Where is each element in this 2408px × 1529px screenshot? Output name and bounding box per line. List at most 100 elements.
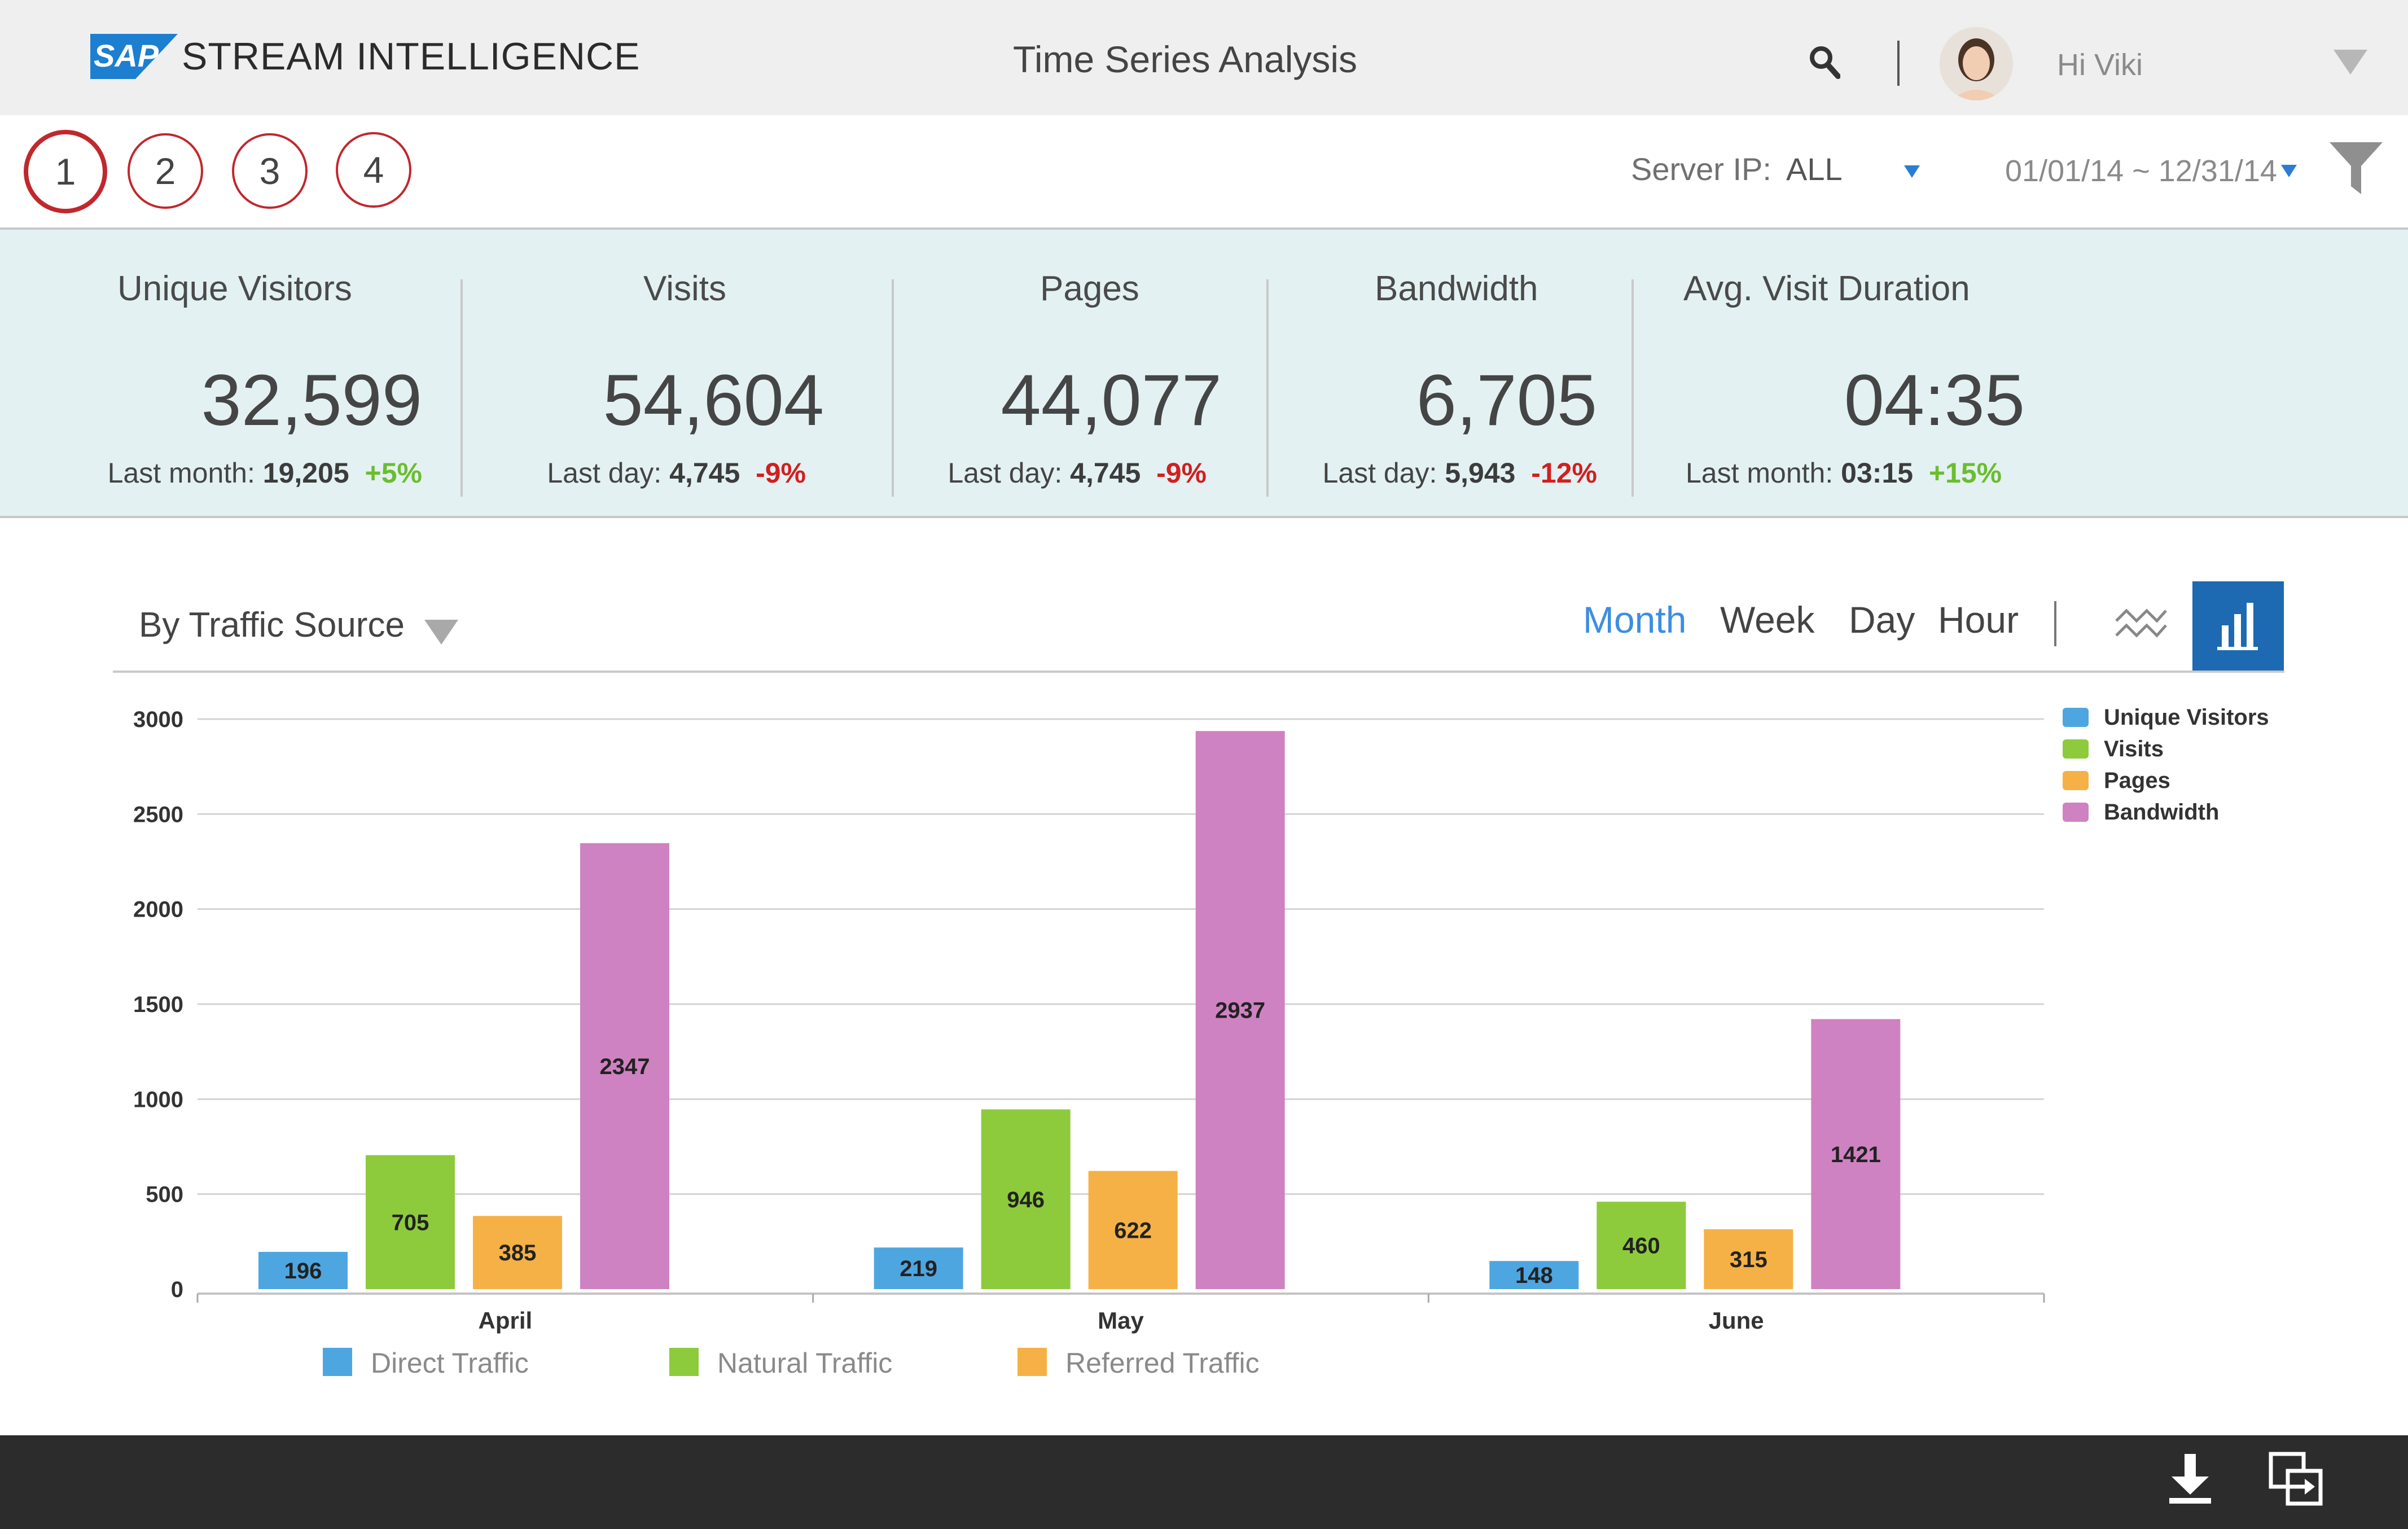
legend-swatch bbox=[2063, 739, 2089, 759]
kpi-delta: +5% bbox=[365, 457, 422, 489]
kpi-sub-value: 4,745 bbox=[1070, 457, 1141, 489]
download-icon[interactable] bbox=[2166, 1452, 2214, 1505]
legend-label: Visits bbox=[2104, 737, 2164, 761]
bar-value-label: 1421 bbox=[1831, 1142, 1881, 1167]
bar-value-label: 196 bbox=[284, 1259, 322, 1283]
server-ip-chevron-icon[interactable] bbox=[1904, 165, 1920, 178]
traffic-legend-label: Direct Traffic bbox=[371, 1347, 529, 1379]
bar-value-label: 219 bbox=[900, 1256, 937, 1281]
sap-logo: SAP bbox=[90, 34, 178, 79]
kpi-sub-label: Last day: bbox=[547, 457, 662, 489]
kpi-sub-value: 5,943 bbox=[1445, 457, 1516, 489]
search-icon[interactable] bbox=[1809, 45, 1840, 79]
kpi-comparison: Last day: 4,745 -9% bbox=[903, 456, 1207, 490]
traffic-source-chevron-icon[interactable] bbox=[424, 620, 458, 645]
kpi-title: Bandwidth bbox=[1375, 269, 1538, 308]
kpi-value: 6,705 bbox=[1416, 360, 1597, 441]
period-tab-day[interactable]: Day bbox=[1849, 595, 1915, 644]
kpi-comparison: Last day: 4,745 -9% bbox=[485, 456, 806, 490]
chart-legend: Unique Visitors Visits Pages Bandwidth bbox=[2063, 705, 2269, 825]
kpi-divider bbox=[1266, 279, 1269, 497]
kpi-sub-value: 4,745 bbox=[669, 457, 740, 489]
user-photo bbox=[1940, 27, 2013, 100]
bar-value-label: 460 bbox=[1622, 1234, 1660, 1259]
kpi-divider bbox=[460, 279, 463, 497]
kpi-title: Unique Visitors bbox=[117, 269, 352, 308]
kpi-sub-label: Last day: bbox=[948, 457, 1063, 489]
bar-value-label: 2937 bbox=[1215, 998, 1265, 1023]
kpi-divider bbox=[1631, 279, 1634, 497]
period-tab-month[interactable]: Month bbox=[1583, 595, 1686, 644]
bar-value-label: 148 bbox=[1515, 1263, 1553, 1288]
date-range-select[interactable]: 01/01/14 ~ 12/31/14 bbox=[2005, 151, 2277, 191]
y-tick-label: 500 bbox=[146, 1182, 183, 1207]
kpi-title: Avg. Visit Duration bbox=[1683, 269, 1970, 308]
traffic-legend-swatch bbox=[1017, 1348, 1047, 1376]
bar-value-label: 315 bbox=[1730, 1247, 1767, 1272]
svg-text:SAP: SAP bbox=[94, 38, 159, 73]
legend-swatch bbox=[2063, 708, 2089, 727]
kpi-title: Visits bbox=[643, 269, 727, 308]
kpi-sub-value: 03:15 bbox=[1841, 457, 1914, 489]
kpi-delta: +15% bbox=[1928, 457, 2002, 489]
traffic-source-select[interactable]: By Traffic Source bbox=[139, 603, 405, 648]
period-tab-week[interactable]: Week bbox=[1720, 595, 1815, 644]
header-divider bbox=[1897, 41, 1900, 86]
kpi-value: 32,599 bbox=[201, 360, 423, 441]
kpi-delta: -9% bbox=[756, 457, 806, 489]
y-tick-label: 1000 bbox=[133, 1087, 183, 1112]
traffic-legend-label: Referred Traffic bbox=[1065, 1347, 1260, 1379]
page-title: Time Series Analysis bbox=[1012, 38, 1358, 80]
date-range-chevron-icon[interactable] bbox=[2281, 165, 2297, 177]
legend-label: Unique Visitors bbox=[2104, 705, 2269, 730]
brand-name: STREAM INTELLIGENCE bbox=[182, 35, 641, 78]
bar-chart-icon bbox=[2217, 603, 2258, 650]
bar-value-label: 622 bbox=[1114, 1218, 1152, 1243]
kpi-value: 04:35 bbox=[1844, 360, 2025, 441]
export-icon[interactable] bbox=[2269, 1452, 2323, 1506]
bar-value-label: 385 bbox=[499, 1241, 537, 1265]
bar-value-label: 705 bbox=[392, 1210, 429, 1235]
kpi-delta: -12% bbox=[1531, 457, 1597, 489]
filter-icon[interactable] bbox=[2330, 142, 2383, 194]
y-tick-label: 1500 bbox=[133, 992, 183, 1017]
kpi-title: Pages bbox=[1040, 269, 1139, 308]
legend-label: Pages bbox=[2104, 768, 2170, 793]
kpi-value: 44,077 bbox=[1001, 360, 1222, 441]
server-ip-label: Server IP: bbox=[1631, 151, 1771, 187]
step-1-button[interactable]: 1 bbox=[24, 130, 107, 213]
x-tick-label: June bbox=[1709, 1307, 1764, 1334]
y-axis-ticks: 0 500 1000 1500 2000 2500 3000 bbox=[133, 707, 183, 1302]
kpi-sub-label: Last month: bbox=[1686, 457, 1834, 489]
kpi-sub-value: 19,205 bbox=[262, 457, 349, 489]
legend-swatch bbox=[2063, 803, 2089, 822]
legend-label: Bandwidth bbox=[2104, 800, 2219, 825]
kpi-comparison: Last day: 5,943 -12% bbox=[1281, 456, 1597, 490]
step-4-button[interactable]: 4 bbox=[336, 132, 411, 208]
x-tick-label: May bbox=[1098, 1307, 1144, 1334]
step-2-button[interactable]: 2 bbox=[128, 133, 203, 209]
bar-value-label: 946 bbox=[1007, 1188, 1045, 1212]
traffic-legend: Direct Traffic Natural Traffic Referred Tr… bbox=[323, 1347, 1260, 1379]
period-tab-hour[interactable]: Hour bbox=[1938, 595, 2019, 644]
y-tick-label: 2000 bbox=[133, 897, 183, 922]
avatar[interactable] bbox=[1940, 27, 2013, 100]
bar-value-label: 2347 bbox=[600, 1054, 650, 1079]
y-tick-label: 3000 bbox=[133, 707, 183, 732]
user-menu-chevron-icon[interactable] bbox=[2334, 50, 2367, 75]
x-axis-ticks: April May June bbox=[196, 1294, 2045, 1334]
kpi-delta: -9% bbox=[1156, 457, 1207, 489]
line-chart-view-icon[interactable] bbox=[2114, 598, 2168, 649]
server-ip-select[interactable]: ALL bbox=[1786, 150, 1843, 189]
step-3-button[interactable]: 3 bbox=[232, 133, 308, 209]
x-tick-label: April bbox=[478, 1307, 532, 1334]
toolbar-divider bbox=[2054, 601, 2056, 646]
legend-swatch bbox=[2063, 771, 2089, 790]
chart-header-rule bbox=[113, 671, 2284, 673]
kpi-value: 54,604 bbox=[603, 360, 824, 441]
y-tick-label: 0 bbox=[171, 1277, 183, 1302]
user-greeting: Hi Viki bbox=[2057, 48, 2143, 82]
traffic-legend-swatch bbox=[669, 1348, 699, 1376]
bar-chart-view-button[interactable] bbox=[2192, 581, 2284, 672]
traffic-bar-chart: 0 500 1000 1500 2000 2500 3000 196 705 385 2347 21… bbox=[133, 705, 2269, 1379]
